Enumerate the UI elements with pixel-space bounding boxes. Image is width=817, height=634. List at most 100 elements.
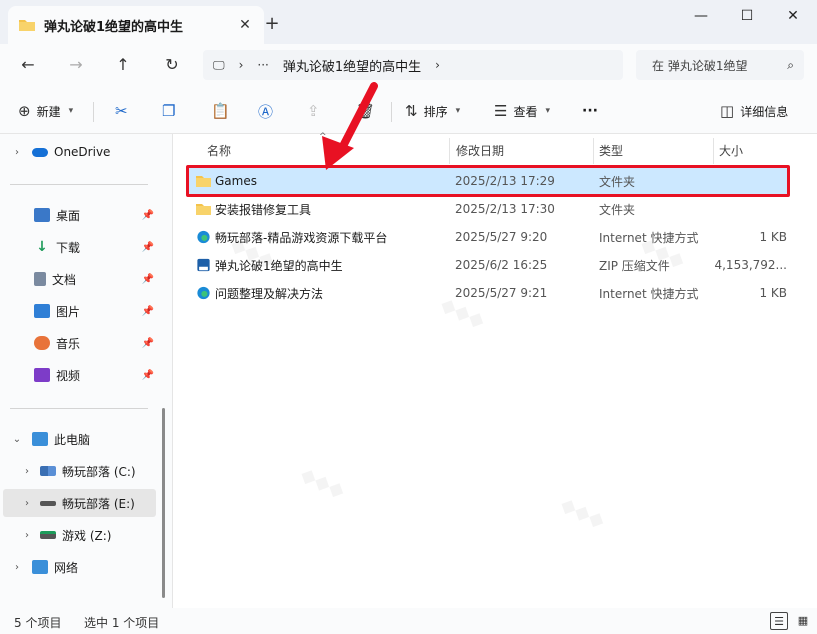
- file-row-zip[interactable]: 弹丸论破1绝望的高中生 2025/6/2 16:25 ZIP 压缩文件 4,15…: [189, 252, 789, 278]
- cloud-icon: [32, 147, 48, 157]
- close-window-button[interactable]: ✕: [778, 4, 808, 28]
- sidebar-item-label: 畅玩部落 (C:): [62, 464, 136, 479]
- address-field[interactable]: 🖵 › ··· 弹丸论破1绝望的高中生 ›: [203, 50, 623, 80]
- breadcrumb-current[interactable]: 弹丸论破1绝望的高中生: [283, 56, 421, 75]
- paste-button[interactable]: 📋: [211, 100, 236, 122]
- drive-icon: [40, 500, 56, 506]
- details-view-button[interactable]: ☰: [770, 612, 788, 630]
- chevron-right-icon[interactable]: ›: [20, 498, 34, 509]
- sidebar-item-music[interactable]: 音乐 📌: [0, 329, 160, 357]
- chevron-right-icon: ›: [238, 58, 244, 72]
- maximize-button[interactable]: ☐: [732, 4, 762, 28]
- chevron-right-icon[interactable]: ›: [10, 562, 24, 573]
- share-icon: ⇪: [307, 102, 320, 120]
- delete-button[interactable]: 🗑: [356, 100, 381, 122]
- copy-button[interactable]: ❐: [162, 100, 181, 122]
- file-date: 2025/5/27 9:21: [455, 286, 548, 300]
- column-divider[interactable]: [713, 138, 714, 164]
- pin-icon[interactable]: 📌: [142, 306, 154, 317]
- view-list-icon: ☰: [494, 102, 508, 120]
- network-drive-icon: [40, 531, 56, 539]
- more-options-button[interactable]: ···: [582, 100, 598, 122]
- status-bar: 5 个项目 选中 1 个项目 ☰ ▦: [0, 608, 817, 634]
- sidebar-item-this-pc[interactable]: ⌄ 此电脑: [0, 425, 160, 453]
- sort-button[interactable]: ⇅ 排序 ▾: [405, 100, 460, 122]
- file-row-repair-tool[interactable]: 安装报错修复工具 2025/2/13 17:30 文件夹: [189, 196, 789, 222]
- sidebar-item-videos[interactable]: 视频 📌: [0, 361, 160, 389]
- video-icon: [34, 368, 50, 382]
- toolbar-divider: [93, 102, 94, 122]
- pin-icon[interactable]: 📌: [142, 370, 154, 381]
- edge-shortcut-icon: [197, 286, 210, 300]
- new-tab-button[interactable]: +: [262, 12, 282, 36]
- command-bar: ⊕ 新建 ▾ ✂ ❐ 📋 Ⓐ ⇪ 🗑 ⇅ 排序 ▾ ☰ 查看 ▾ ··· ◫ 详…: [0, 86, 817, 134]
- breadcrumb-ellipsis[interactable]: ···: [257, 58, 268, 72]
- chevron-down-icon: ▾: [68, 106, 74, 116]
- zip-icon: [197, 258, 210, 272]
- view-button[interactable]: ☰ 查看 ▾: [494, 100, 550, 122]
- minimize-button[interactable]: —: [686, 4, 716, 28]
- pin-icon[interactable]: 📌: [142, 210, 154, 221]
- tab-title: 弹丸论破1绝望的高中生: [44, 19, 184, 35]
- chevron-right-icon[interactable]: ›: [10, 147, 24, 158]
- pin-icon[interactable]: 📌: [142, 242, 154, 253]
- sort-label: 排序: [423, 104, 448, 119]
- sidebar-item-label: 此电脑: [54, 432, 91, 447]
- column-divider[interactable]: [593, 138, 594, 164]
- sidebar-scrollbar[interactable]: [162, 408, 165, 598]
- sidebar-item-desktop[interactable]: 桌面 📌: [0, 201, 160, 229]
- sidebar-item-drive-z[interactable]: › 游戏 (Z:): [0, 521, 160, 549]
- share-button[interactable]: ⇪: [307, 100, 326, 122]
- sidebar-item-network[interactable]: › 网络: [0, 553, 160, 581]
- document-icon: [34, 272, 46, 286]
- rename-icon: Ⓐ: [258, 102, 274, 121]
- chevron-down-icon: ▾: [545, 106, 550, 116]
- highlight-box: [186, 165, 790, 197]
- rename-button[interactable]: Ⓐ: [258, 100, 279, 122]
- tab-current[interactable]: 弹丸论破1绝望的高中生 ✕: [8, 6, 264, 44]
- toolbar-divider: [391, 102, 392, 122]
- column-header-name[interactable]: 名称: [207, 140, 231, 162]
- tiles-view-button[interactable]: ▦: [794, 612, 812, 630]
- pin-icon[interactable]: 📌: [142, 338, 154, 349]
- sidebar-item-documents[interactable]: 文档 📌: [0, 265, 160, 293]
- file-type: Internet 快捷方式: [599, 230, 699, 245]
- chevron-right-icon[interactable]: ›: [435, 58, 440, 72]
- back-button[interactable]: ←: [16, 54, 40, 76]
- column-header-date[interactable]: 修改日期: [456, 140, 504, 162]
- file-size: 4,153,792...: [714, 258, 787, 272]
- tab-close-button[interactable]: ✕: [236, 17, 254, 33]
- forward-button[interactable]: →: [64, 54, 88, 76]
- sidebar-item-pictures[interactable]: 图片 📌: [0, 297, 160, 325]
- sidebar-item-label: 游戏 (Z:): [62, 528, 112, 543]
- drive-icon: [40, 466, 56, 476]
- sidebar-item-label: 下载: [56, 240, 81, 255]
- sidebar-item-drive-e[interactable]: › 畅玩部落 (E:): [3, 489, 156, 517]
- up-button[interactable]: ↑: [111, 54, 135, 76]
- file-row-shortcut-platform[interactable]: 畅玩部落-精品游戏资源下载平台 2025/5/27 9:20 Internet …: [189, 224, 789, 250]
- file-type: 文件夹: [599, 202, 636, 217]
- file-date: 2025/6/2 16:25: [455, 258, 548, 272]
- file-name: 畅玩部落-精品游戏资源下载平台: [215, 230, 388, 245]
- sidebar-item-downloads[interactable]: ↓ 下载 📌: [0, 233, 160, 261]
- sidebar-item-onedrive[interactable]: › OneDrive: [0, 138, 160, 166]
- details-pane-button[interactable]: ◫ 详细信息: [720, 100, 788, 122]
- column-header-size[interactable]: 大小: [719, 140, 743, 162]
- sidebar-divider: [10, 184, 148, 185]
- chevron-right-icon[interactable]: ›: [20, 466, 34, 477]
- pin-icon[interactable]: 📌: [142, 274, 154, 285]
- file-row-faq-shortcut[interactable]: 问题整理及解决方法 2025/5/27 9:21 Internet 快捷方式 1…: [189, 280, 789, 306]
- file-date: 2025/2/13 17:30: [455, 202, 555, 216]
- new-button[interactable]: ⊕ 新建 ▾: [18, 100, 73, 122]
- refresh-button[interactable]: ↻: [160, 54, 184, 76]
- desktop-icon: [34, 208, 50, 222]
- chevron-down-icon[interactable]: ⌄: [10, 434, 24, 445]
- sidebar-item-label: 网络: [54, 560, 79, 575]
- column-header-type[interactable]: 类型: [599, 140, 623, 162]
- search-input[interactable]: 在 弹丸论破1绝望 ⌕: [636, 50, 804, 80]
- sidebar-item-drive-c[interactable]: › 畅玩部落 (C:): [0, 457, 160, 485]
- music-icon: [34, 336, 50, 350]
- cut-button[interactable]: ✂: [115, 100, 134, 122]
- column-divider[interactable]: [449, 138, 450, 164]
- chevron-right-icon[interactable]: ›: [20, 530, 34, 541]
